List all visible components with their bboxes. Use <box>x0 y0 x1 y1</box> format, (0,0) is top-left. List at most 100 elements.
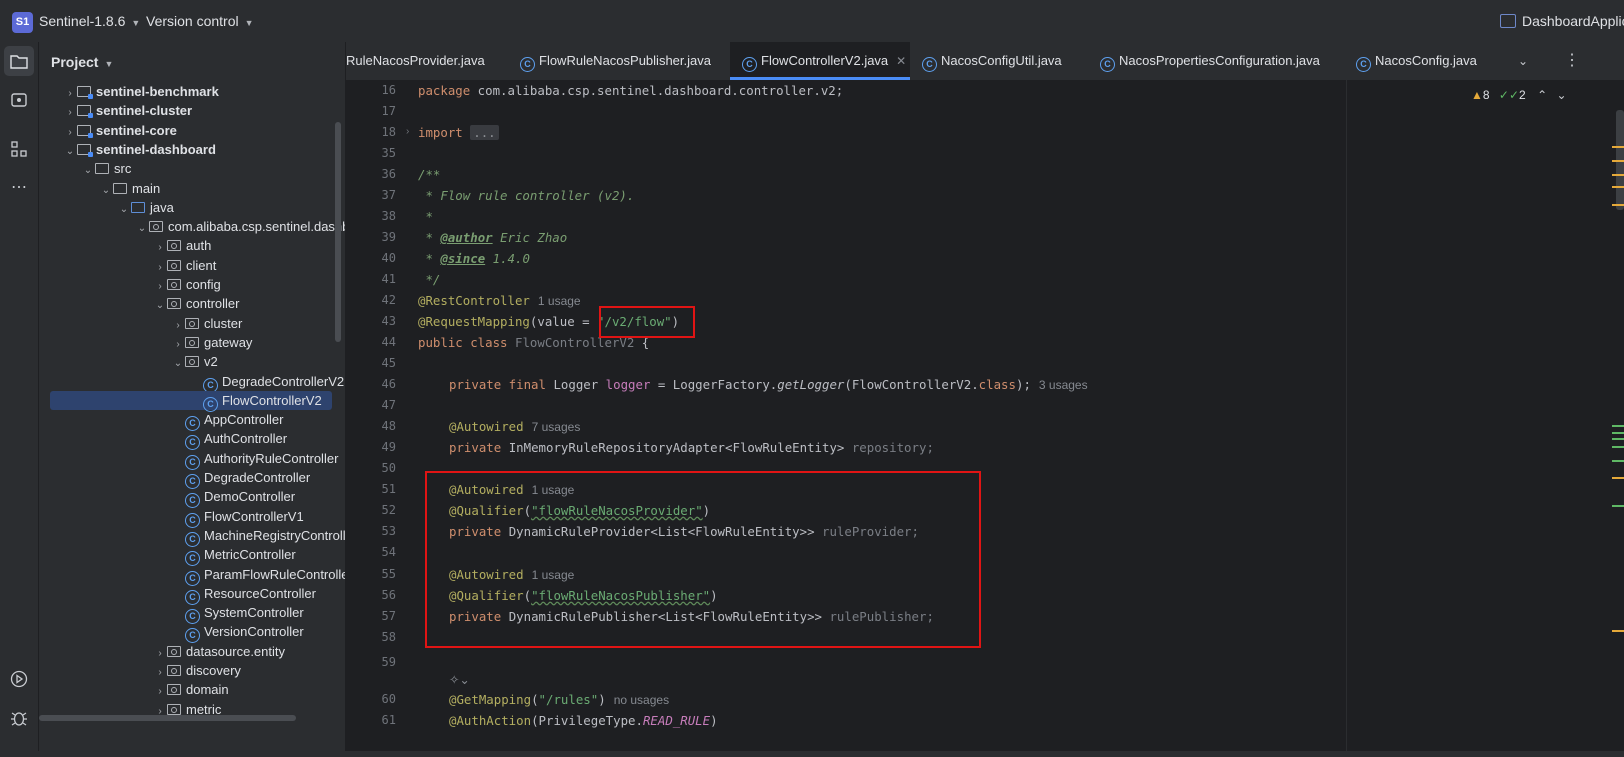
line-number[interactable]: 53 <box>346 521 396 542</box>
warning-marker[interactable] <box>1612 630 1624 632</box>
chevron-right-icon[interactable]: › <box>153 644 167 663</box>
chevron-right-icon[interactable]: › <box>63 103 77 122</box>
chevron-right-icon[interactable]: › <box>63 84 77 103</box>
line-number[interactable]: 40 <box>346 248 396 269</box>
line-number[interactable]: 51 <box>346 479 396 500</box>
code-editor[interactable]: 16 17 18 35 36 37 38 39 40 41 42 43 44 45 46 47 48 49 50 51… <box>346 80 1624 757</box>
usage-hint[interactable]: 7 usages <box>532 420 581 434</box>
more-icon[interactable]: ⋮ <box>1564 42 1580 80</box>
line-number[interactable]: 39 <box>346 227 396 248</box>
tree-item-datasource-entity[interactable]: › datasource.entity <box>153 642 285 661</box>
tree-item-resourcecontroller[interactable]: C ResourceController <box>171 584 316 605</box>
tree-item-discovery[interactable]: › discovery <box>153 661 241 680</box>
chevron-down-icon[interactable]: ⌄ <box>63 142 77 161</box>
line-number[interactable]: 42 <box>346 290 396 311</box>
line-number[interactable]: 17 <box>346 101 396 122</box>
tree-item-config[interactable]: › config <box>153 275 220 296</box>
tree-item-degradecontroller[interactable]: C DegradeController <box>171 468 310 489</box>
tab-list-chevron-icon[interactable]: ⌄ <box>1518 42 1528 80</box>
warning-marker[interactable] <box>1612 160 1624 162</box>
tree-item-main[interactable]: ⌄ main <box>99 179 160 198</box>
line-number[interactable]: 60 <box>346 689 396 710</box>
vertical-scrollbar[interactable] <box>335 122 341 342</box>
tree-item-democontroller[interactable]: C DemoController <box>171 487 295 509</box>
close-icon[interactable]: ✕ <box>896 54 906 68</box>
line-number[interactable] <box>346 670 396 691</box>
line-number[interactable]: 44 <box>346 332 396 353</box>
tree-item-flowcontrollerv1[interactable]: C FlowControllerV1 <box>171 507 304 528</box>
chevron-right-icon[interactable]: › <box>153 277 167 296</box>
tree-item-authcontroller[interactable]: C AuthController <box>171 429 287 451</box>
line-number[interactable]: 55 <box>346 564 396 585</box>
chevron-down-icon[interactable]: ⌄ <box>153 296 167 315</box>
tree-item-machineregistrycontroller[interactable]: C MachineRegistryController <box>171 526 345 547</box>
usage-hint[interactable]: 3 usages <box>1039 378 1088 392</box>
tree-item-v2[interactable]: ⌄ v2 <box>171 352 218 371</box>
change-marker[interactable] <box>1612 446 1624 448</box>
folder-icon[interactable] <box>4 46 34 76</box>
run-config-selector[interactable]: DashboardApplic <box>1522 13 1624 29</box>
warning-marker[interactable] <box>1612 174 1624 176</box>
tree-item-com-alibaba-csp-sentinel-dashbo[interactable]: ⌄ com.alibaba.csp.sentinel.dashbo <box>135 217 345 236</box>
change-marker[interactable] <box>1612 438 1624 440</box>
tree-item-sentinel-cluster[interactable]: › sentinel-cluster <box>63 101 192 120</box>
chevron-down-icon[interactable]: ⌄ <box>135 219 149 238</box>
tree-item-authorityrulecontroller[interactable]: C AuthorityRuleController <box>171 449 338 470</box>
tab-rule-nacos-provider[interactable]: RuleNacosProvider.java <box>346 42 485 80</box>
tree-item-cluster[interactable]: › cluster <box>171 314 242 333</box>
more-icon[interactable]: ⋯ <box>0 173 38 203</box>
usage-hint[interactable]: no usages <box>614 693 669 707</box>
chevron-up-icon[interactable]: ⌃ <box>1537 88 1547 102</box>
tree-item-gateway[interactable]: › gateway <box>171 333 252 352</box>
chevron-down-icon[interactable]: ⌄ <box>81 161 95 180</box>
project-switcher[interactable]: Sentinel-1.8.6 ▼ <box>39 13 140 29</box>
line-number[interactable]: 16 <box>346 80 396 101</box>
line-number[interactable]: 43 <box>346 311 396 332</box>
run-icon[interactable] <box>0 664 38 694</box>
line-number[interactable]: 45 <box>346 353 396 374</box>
tree-item-java[interactable]: ⌄ java <box>117 198 174 217</box>
ai-assistant-icon[interactable]: ✧⌄ <box>449 670 470 691</box>
chevron-right-icon[interactable]: › <box>153 238 167 257</box>
line-number[interactable]: 18 <box>346 122 396 143</box>
line-number[interactable]: 46 <box>346 374 396 395</box>
line-number[interactable]: 57 <box>346 606 396 627</box>
change-marker[interactable] <box>1612 432 1624 434</box>
line-number[interactable]: 61 <box>346 710 396 731</box>
warning-marker[interactable] <box>1612 477 1624 479</box>
line-number[interactable]: 52 <box>346 500 396 521</box>
tree-item-degradecontrollerv2[interactable]: C DegradeControllerV2 <box>189 372 344 393</box>
line-number[interactable]: 49 <box>346 437 396 458</box>
chevron-down-icon[interactable]: ⌄ <box>117 200 131 219</box>
line-number[interactable]: 54 <box>346 542 396 563</box>
tree-item-versioncontroller[interactable]: C VersionController <box>171 622 304 644</box>
change-marker[interactable] <box>1612 425 1624 427</box>
fold-arrow-icon[interactable]: › <box>406 126 409 137</box>
tree-item-controller[interactable]: ⌄ controller <box>153 294 240 315</box>
change-marker[interactable] <box>1612 505 1624 507</box>
chevron-right-icon[interactable]: › <box>63 123 77 142</box>
line-number[interactable]: 47 <box>346 395 396 416</box>
line-number[interactable]: 37 <box>346 185 396 206</box>
inspection-widget[interactable]: ▲8 ✓✓2 ⌃ ⌄ <box>1471 88 1567 102</box>
warning-marker[interactable] <box>1612 204 1624 206</box>
structure-icon[interactable] <box>0 134 38 164</box>
line-number[interactable]: 41 <box>346 269 396 290</box>
tab-nacos-config[interactable]: C NacosConfig.java <box>1356 42 1477 80</box>
vcs-widget[interactable]: Version control ▼ <box>146 13 254 29</box>
tree-item-client[interactable]: › client <box>153 256 216 275</box>
project-panel-title[interactable]: Project ▼ <box>51 54 113 70</box>
line-number[interactable]: 38 <box>346 206 396 227</box>
chevron-down-icon[interactable]: ⌄ <box>1556 88 1566 102</box>
usage-hint[interactable]: 1 usage <box>538 294 581 308</box>
tree-item-metriccontroller[interactable]: C MetricController <box>171 545 296 567</box>
tree-item-systemcontroller[interactable]: C SystemController <box>171 603 304 625</box>
chevron-right-icon[interactable]: › <box>153 682 167 701</box>
tree-item-sentinel-core[interactable]: › sentinel-core <box>63 121 177 140</box>
tree-item-appcontroller[interactable]: C AppController <box>171 410 284 432</box>
line-number[interactable]: 35 <box>346 143 396 164</box>
change-marker[interactable] <box>1612 460 1624 462</box>
line-number[interactable]: 50 <box>346 458 396 479</box>
tab-flow-rule-nacos-publisher[interactable]: C FlowRuleNacosPublisher.java <box>520 42 711 80</box>
tree-item-auth[interactable]: › auth <box>153 236 211 255</box>
